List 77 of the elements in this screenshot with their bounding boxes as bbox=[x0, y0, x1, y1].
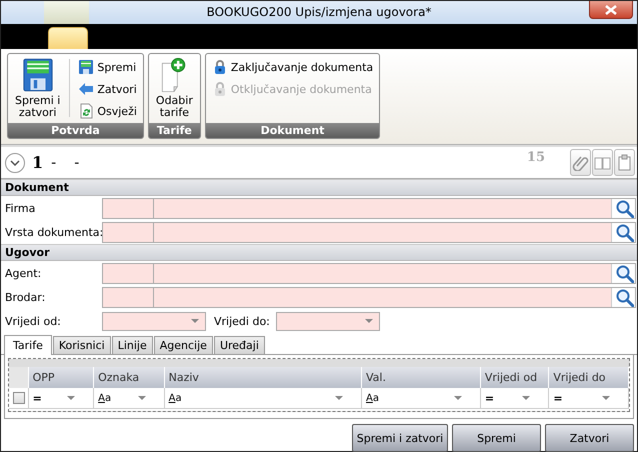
tab[interactable]: Agencije bbox=[154, 336, 213, 354]
search-button[interactable] bbox=[611, 264, 635, 282]
group-label: Potvrda bbox=[8, 123, 143, 138]
caret-icon bbox=[138, 396, 146, 400]
chevron-down-icon bbox=[10, 160, 20, 166]
tab[interactable]: Uređaji bbox=[214, 336, 265, 354]
group-label: Tarife bbox=[148, 123, 200, 138]
search-button[interactable] bbox=[611, 198, 635, 218]
filter-cell[interactable]: = bbox=[553, 392, 624, 404]
attach-button[interactable] bbox=[570, 149, 591, 176]
close-button[interactable] bbox=[589, 1, 633, 19]
lookup-field[interactable] bbox=[102, 222, 636, 242]
search-icon bbox=[614, 264, 634, 282]
lookup-field[interactable] bbox=[102, 198, 636, 218]
search-button[interactable] bbox=[611, 288, 635, 306]
clipboard-icon bbox=[616, 154, 633, 171]
separator-text: - bbox=[51, 154, 56, 170]
search-icon bbox=[614, 288, 634, 306]
tab[interactable]: Tarife bbox=[4, 335, 52, 355]
save-and-close-button[interactable]: Spremi i zatvori bbox=[12, 57, 64, 123]
caret-icon bbox=[522, 396, 530, 400]
caret-icon bbox=[67, 396, 76, 400]
ribbon-button[interactable]: Zatvori bbox=[76, 79, 139, 99]
count-label: 15 bbox=[526, 150, 545, 165]
search-icon bbox=[614, 198, 634, 218]
paperclip-icon bbox=[572, 154, 589, 171]
footer-button[interactable]: Zatvori bbox=[545, 424, 634, 452]
column-header: Vrijedi od bbox=[480, 367, 549, 388]
field-label: Brodar: bbox=[5, 290, 46, 304]
field-label: Vrijedi od: bbox=[5, 314, 62, 328]
caret-icon bbox=[335, 396, 344, 400]
lookup-field[interactable] bbox=[102, 262, 636, 284]
caret-icon bbox=[454, 396, 462, 400]
date-field[interactable] bbox=[102, 312, 206, 330]
lookup-field[interactable] bbox=[102, 286, 636, 308]
tab[interactable]: Korisnici bbox=[52, 336, 111, 354]
ribbon-button[interactable]: Zaključavanje dokumenta bbox=[210, 57, 376, 77]
caret-icon bbox=[191, 319, 199, 323]
ribbon-tab[interactable] bbox=[48, 27, 88, 49]
checkbox[interactable] bbox=[13, 392, 25, 404]
expand-button[interactable] bbox=[5, 152, 25, 172]
book-button[interactable] bbox=[592, 149, 613, 176]
footer-button[interactable]: Spremi i zatvori bbox=[352, 424, 448, 452]
refresh-icon bbox=[78, 103, 94, 119]
search-button[interactable] bbox=[611, 222, 635, 242]
ribbon-button[interactable]: Spremi bbox=[76, 57, 139, 77]
caret-icon bbox=[602, 396, 610, 400]
section-header: Ugovor bbox=[1, 244, 637, 261]
ribbon-button[interactable]: Osvježi bbox=[76, 101, 139, 121]
footer-button[interactable]: Spremi bbox=[452, 424, 541, 452]
filter-cell[interactable]: Aa bbox=[168, 392, 358, 404]
filter-cell[interactable]: = bbox=[484, 392, 544, 404]
column-header: Oznaka bbox=[94, 367, 164, 388]
select-tariff-button[interactable]: Odabir tarife bbox=[152, 57, 196, 123]
group-label: Dokument bbox=[206, 123, 380, 138]
filter-cell[interactable]: Aa bbox=[98, 392, 160, 404]
section-header: Dokument bbox=[1, 179, 637, 196]
field-label: Vrsta dokumenta: bbox=[5, 226, 102, 238]
field-label: Firma bbox=[5, 202, 36, 214]
separator-text: - bbox=[74, 154, 80, 170]
column-header: Vrijedi do bbox=[548, 367, 628, 388]
column-header: Naziv bbox=[164, 367, 362, 388]
column-header: OPP bbox=[28, 367, 94, 388]
field-label: Vrijedi do: bbox=[214, 314, 270, 328]
caret-icon bbox=[364, 319, 373, 323]
tab[interactable]: Linije bbox=[112, 336, 153, 354]
left-arrow-icon bbox=[78, 81, 94, 97]
column-header: Val. bbox=[362, 367, 480, 388]
clipboard-button[interactable] bbox=[614, 149, 635, 176]
document-number: 1 bbox=[32, 153, 44, 172]
field-label: Agent: bbox=[5, 266, 42, 280]
window-title: BOOKUGO200 Upis/izmjena ugovora* bbox=[206, 5, 432, 19]
filter-cell[interactable]: Aa bbox=[366, 392, 476, 404]
filter-cell[interactable]: = bbox=[32, 392, 90, 404]
search-icon bbox=[614, 222, 634, 242]
close-icon bbox=[605, 4, 617, 14]
date-field[interactable] bbox=[276, 312, 380, 330]
